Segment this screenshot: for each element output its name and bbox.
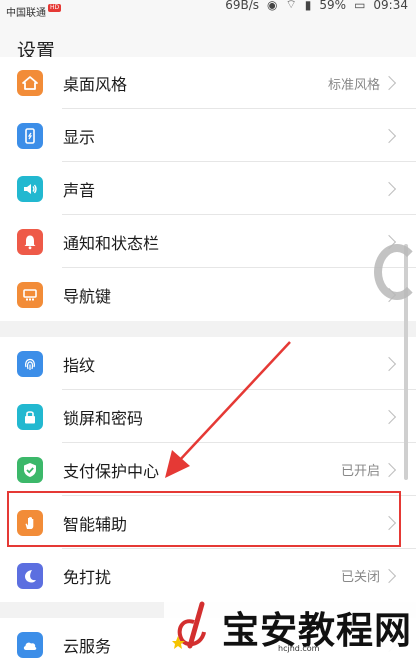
display-icon: [17, 122, 43, 149]
settings-item-label: 通知和状态栏: [63, 233, 160, 253]
chevron-right-icon: [381, 568, 397, 583]
chevron-right-icon: [381, 75, 397, 91]
battery-level: 59%: [319, 0, 347, 12]
navigation-key-icon: [17, 281, 43, 308]
settings-item-lock-screen[interactable]: 锁屏和密码: [0, 390, 416, 443]
settings-item-payment-protection[interactable]: 支付保护中心 已开启: [0, 443, 416, 496]
home-icon: [17, 70, 43, 96]
chevron-right-icon: [381, 462, 397, 477]
network-speed: 69B/s: [225, 0, 260, 12]
chevron-right-icon: [381, 409, 397, 424]
shield-check-icon: [17, 456, 43, 483]
settings-item-label: 桌面风格: [63, 75, 128, 94]
moon-icon: [17, 562, 43, 589]
settings-item-label: 导航键: [63, 286, 112, 306]
settings-item-navigation-keys[interactable]: 导航键: [0, 268, 416, 321]
watermark-url: hcjhd.com: [278, 644, 320, 653]
clock: 09:34: [373, 0, 408, 12]
chevron-right-icon: [381, 181, 397, 196]
signal-icon: ▮: [304, 0, 312, 12]
battery-icon: ▭: [354, 0, 366, 12]
sound-icon: [17, 175, 43, 202]
settings-item-label: 指纹: [63, 355, 96, 375]
eye-icon: ◉: [267, 0, 278, 12]
highlight-box: [7, 491, 401, 547]
wifi-icon: ⌔: [285, 0, 297, 11]
settings-item-fingerprint[interactable]: 指纹: [0, 337, 416, 390]
settings-item-value: 标准风格: [327, 77, 380, 93]
settings-item-desktop-style[interactable]: 桌面风格 标准风格: [0, 57, 416, 109]
hd-badge: HD: [48, 3, 62, 12]
settings-item-notifications[interactable]: 通知和状态栏: [0, 215, 416, 268]
settings-item-value: 已开启: [340, 464, 380, 479]
settings-list: 桌面风格 标准风格 显示 声音 通知和状态栏 导航键 指纹 锁屏和密码 支付保护…: [0, 57, 416, 671]
settings-item-label: 免打扰: [63, 567, 112, 587]
settings-item-sound[interactable]: 声音: [0, 162, 416, 215]
settings-item-do-not-disturb[interactable]: 免打扰 已关闭: [0, 549, 416, 602]
watermark: 宝安教程网 hcjhd.com: [164, 596, 416, 662]
carrier: 中国联通 HD: [6, 3, 62, 19]
settings-group-1: 桌面风格 标准风格 显示 声音 通知和状态栏 导航键: [0, 57, 416, 321]
watermark-logo: [172, 601, 206, 649]
bell-icon: [17, 228, 43, 255]
fingerprint-icon: [17, 350, 43, 377]
settings-item-label: 支付保护中心: [63, 461, 160, 481]
settings-item-label: 锁屏和密码: [63, 408, 144, 428]
status-bar: 中国联通 HD 69B/s ◉ ⌔ ▮ 59% ▭ 09:34: [0, 0, 416, 22]
settings-item-value: 已关闭: [340, 570, 380, 585]
cloud-icon: [17, 631, 43, 658]
settings-item-label: 云服务: [63, 636, 112, 656]
floating-navigation-dock[interactable]: [374, 244, 416, 300]
lock-icon: [17, 403, 43, 430]
settings-item-display[interactable]: 显示: [0, 109, 416, 162]
chevron-right-icon: [381, 128, 397, 143]
carrier-name: 中国联通: [6, 8, 46, 19]
group-gap: [0, 321, 416, 337]
settings-item-label: 声音: [63, 180, 96, 200]
chevron-right-icon: [381, 356, 397, 371]
status-icons: 69B/s ◉ ⌔ ▮ 59% ▭ 09:34: [225, 0, 408, 12]
settings-item-label: 显示: [63, 127, 96, 147]
settings-group-2: 指纹 锁屏和密码 支付保护中心 已开启 智能辅助 免打扰 已关闭: [0, 337, 416, 602]
